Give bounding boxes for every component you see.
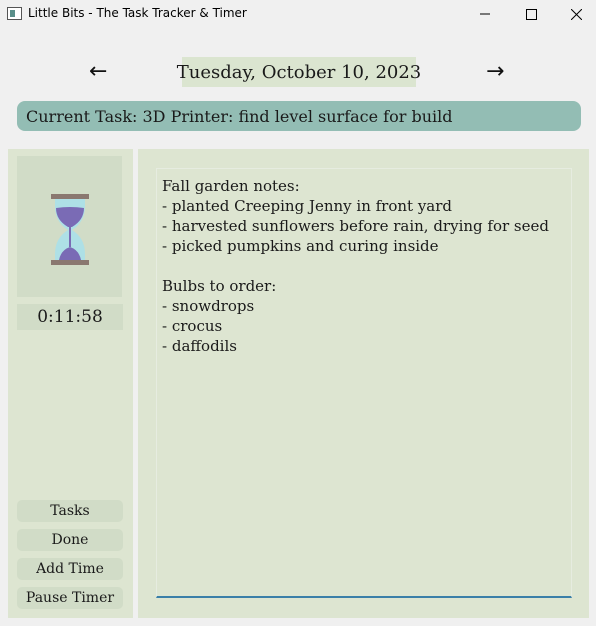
elapsed-time: 0:11:58 bbox=[17, 304, 123, 330]
note-line: - harvested sunflowers before rain, dryi… bbox=[162, 217, 549, 235]
note-line: - picked pumpkins and curing inside bbox=[162, 237, 439, 255]
note-line: Bulbs to order: bbox=[162, 277, 277, 295]
maximize-icon[interactable] bbox=[508, 0, 554, 28]
note-line: Fall garden notes: bbox=[162, 177, 300, 195]
previous-day-button[interactable]: ← bbox=[89, 58, 107, 86]
minimize-icon[interactable] bbox=[462, 0, 508, 28]
timer-panel: 0:11:58 Tasks Done Add Time Pause Timer bbox=[8, 149, 133, 618]
note-line: - snowdrops bbox=[162, 297, 255, 315]
notes-textarea[interactable]: Fall garden notes: - planted Creeping Je… bbox=[156, 168, 572, 598]
hourglass-icon bbox=[51, 194, 89, 265]
window-title: Little Bits - The Task Tracker & Timer bbox=[28, 6, 247, 20]
next-day-button[interactable]: → bbox=[486, 58, 504, 86]
title-bar: Little Bits - The Task Tracker & Timer bbox=[0, 0, 596, 28]
add-time-button[interactable]: Add Time bbox=[17, 558, 123, 580]
close-icon[interactable] bbox=[553, 0, 596, 28]
note-line: - planted Creeping Jenny in front yard bbox=[162, 197, 453, 215]
note-line: - crocus bbox=[162, 317, 223, 335]
current-task-bar[interactable]: Current Task: 3D Printer: find level sur… bbox=[17, 101, 581, 131]
note-line bbox=[162, 256, 566, 276]
current-date: Tuesday, October 10, 2023 bbox=[177, 57, 421, 87]
pause-timer-button[interactable]: Pause Timer bbox=[17, 587, 123, 609]
done-button[interactable]: Done bbox=[17, 529, 123, 551]
notes-panel: Fall garden notes: - planted Creeping Je… bbox=[138, 149, 589, 618]
app-window-icon[interactable] bbox=[7, 7, 22, 20]
note-line: - daffodils bbox=[162, 337, 237, 355]
tasks-button[interactable]: Tasks bbox=[17, 500, 123, 522]
hourglass-display bbox=[17, 156, 122, 297]
